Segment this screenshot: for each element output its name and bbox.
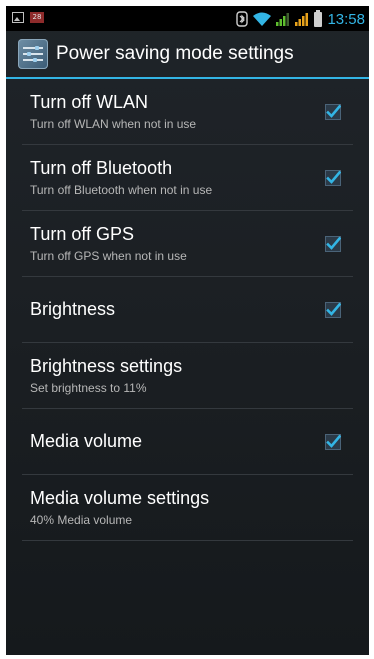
checkbox-checked-icon[interactable] bbox=[325, 104, 341, 120]
setting-brightness[interactable]: Brightness bbox=[22, 277, 353, 343]
setting-label: Turn off WLAN bbox=[30, 92, 149, 112]
setting-summary: Turn off Bluetooth when not in use bbox=[30, 183, 213, 197]
setting-turn-off-gps[interactable]: Turn off GPS Turn off GPS when not in us… bbox=[22, 211, 353, 277]
setting-turn-off-bluetooth[interactable]: Turn off Bluetooth Turn off Bluetooth wh… bbox=[22, 145, 353, 211]
setting-label: Turn off Bluetooth bbox=[30, 158, 173, 178]
setting-label: Media volume settings bbox=[30, 488, 210, 508]
status-bar: 28 13:58 bbox=[6, 6, 369, 31]
setting-summary: Turn off GPS when not in use bbox=[30, 249, 187, 263]
setting-summary: 40% Media volume bbox=[30, 513, 133, 527]
settings-sliders-icon[interactable] bbox=[18, 39, 48, 69]
setting-brightness-settings[interactable]: Brightness settings Set brightness to 11… bbox=[22, 343, 353, 409]
action-bar: Power saving mode settings bbox=[6, 31, 369, 79]
bluetooth-icon bbox=[236, 11, 249, 27]
page-title: Power saving mode settings bbox=[56, 43, 294, 64]
calendar-icon: 28 bbox=[30, 12, 44, 23]
setting-turn-off-wlan[interactable]: Turn off WLAN Turn off WLAN when not in … bbox=[22, 79, 353, 145]
phone-screen: 28 13:58 Power saving mode settings Turn… bbox=[6, 6, 369, 655]
picture-icon bbox=[12, 12, 24, 23]
setting-summary: Turn off WLAN when not in use bbox=[30, 117, 197, 131]
setting-media-volume[interactable]: Media volume bbox=[22, 409, 353, 475]
wifi-icon bbox=[253, 12, 272, 26]
setting-summary: Set brightness to 11% bbox=[30, 381, 147, 395]
setting-media-volume-settings[interactable]: Media volume settings 40% Media volume bbox=[22, 475, 353, 541]
battery-icon bbox=[314, 9, 323, 27]
checkbox-checked-icon[interactable] bbox=[325, 302, 341, 318]
status-bar-system-icons: 13:58 bbox=[236, 9, 365, 29]
setting-label: Brightness bbox=[30, 299, 116, 319]
status-bar-notifications: 28 bbox=[12, 12, 44, 23]
checkbox-checked-icon[interactable] bbox=[325, 236, 341, 252]
signal-icon bbox=[276, 13, 290, 26]
signal-icon bbox=[295, 13, 309, 26]
setting-label: Turn off GPS bbox=[30, 224, 135, 244]
settings-list: Turn off WLAN Turn off WLAN when not in … bbox=[6, 79, 369, 541]
setting-label: Brightness settings bbox=[30, 356, 183, 376]
checkbox-checked-icon[interactable] bbox=[325, 170, 341, 186]
status-time: 13:58 bbox=[327, 10, 365, 28]
setting-label: Media volume bbox=[30, 431, 143, 451]
checkbox-checked-icon[interactable] bbox=[325, 434, 341, 450]
